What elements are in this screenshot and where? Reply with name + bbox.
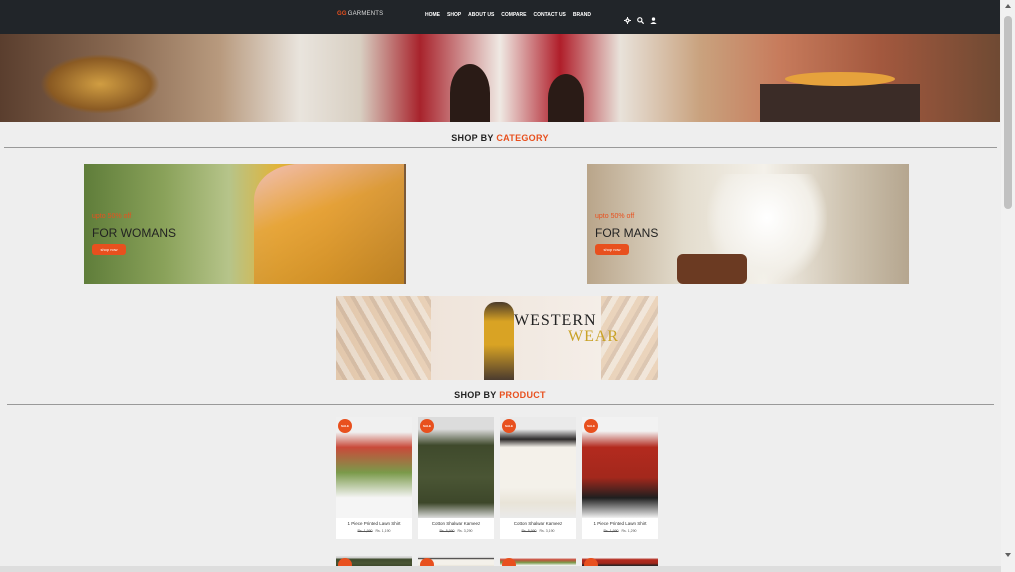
- old-price: Rs. 1,990: [357, 529, 373, 533]
- sale-price: Rs. 1,290: [621, 529, 637, 533]
- product-card[interactable]: SALE 1 Piece Printed Lawn Shirt Rs. 1,99…: [582, 417, 658, 539]
- women-label: FOR WOMANS: [92, 226, 176, 240]
- product-title[interactable]: 1 Piece Printed Lawn Shirt: [336, 521, 412, 526]
- horizontal-scrollbar[interactable]: [0, 566, 1001, 572]
- western-wear-banner[interactable]: WESTERN WEAR: [336, 296, 658, 380]
- western-model-image: [484, 302, 514, 380]
- sale-badge: SALE: [584, 419, 598, 433]
- hero-model-right: [548, 74, 584, 122]
- hero-banner: [0, 34, 1000, 122]
- men-shop-now-button[interactable]: shop now: [595, 244, 629, 255]
- hero-model-left: [450, 64, 490, 122]
- vertical-scrollbar[interactable]: [1001, 0, 1015, 572]
- nav-shop[interactable]: SHOP: [447, 12, 461, 18]
- divider: [4, 147, 997, 148]
- nav-home[interactable]: HOME: [425, 12, 440, 18]
- sale-price: Rs. 1,190: [375, 529, 391, 533]
- nav-about-us[interactable]: ABOUT US: [468, 12, 494, 18]
- scrollbar-thumb[interactable]: [1004, 16, 1012, 209]
- main-nav: HOME SHOP ABOUT US COMPARE CONTACT US BR…: [425, 12, 591, 18]
- product-prices: Rs. 5,990 Rs. 3,290: [418, 529, 494, 533]
- brand-logo[interactable]: GGGARMENTS: [337, 11, 383, 17]
- old-price: Rs. 5,990: [521, 529, 537, 533]
- product-title[interactable]: Cotton Shalwar Kameez: [500, 521, 576, 526]
- product-card[interactable]: SALE Cotton Shalwar Kameez Rs. 5,990 Rs. …: [418, 417, 494, 539]
- brand-name: GARMENTS: [347, 11, 384, 17]
- nav-compare[interactable]: COMPARE: [501, 12, 526, 18]
- western-leaf-pattern-left: [336, 296, 431, 380]
- shop-by-product-title: SHOP BY PRODUCT: [454, 390, 546, 400]
- product-prices: Rs. 1,990 Rs. 1,190: [336, 529, 412, 533]
- women-model-image: [254, 164, 404, 284]
- brand-mark: GG: [337, 11, 347, 17]
- sale-badge: SALE: [502, 419, 516, 433]
- nav-contact-us[interactable]: CONTACT US: [533, 12, 565, 18]
- old-price: Rs. 1,990: [603, 529, 619, 533]
- user-icon[interactable]: [650, 11, 657, 24]
- hero-fruit-bowl: [785, 72, 895, 86]
- product-title[interactable]: Cotton Shalwar Kameez: [418, 521, 494, 526]
- sale-price: Rs. 3,290: [457, 529, 473, 533]
- women-promo: upto 50% off: [92, 213, 132, 220]
- hero-brass-decor: [40, 54, 160, 114]
- category-women-card[interactable]: upto 50% off FOR WOMANS shop now: [84, 164, 406, 284]
- product-card[interactable]: SALE 1 Piece Printed Lawn Shirt Rs. 1,99…: [336, 417, 412, 539]
- sale-badge: SALE: [420, 419, 434, 433]
- category-men-card[interactable]: upto 50% off FOR MANS shop now: [587, 164, 909, 284]
- top-navbar: GGGARMENTS HOME SHOP ABOUT US COMPARE CO…: [0, 0, 1000, 34]
- sale-badge: SALE: [338, 419, 352, 433]
- women-shop-now-button[interactable]: shop now: [92, 244, 126, 255]
- shop-by-category-title: SHOP BY CATEGORY: [451, 133, 549, 143]
- product-prices: Rs. 5,990 Rs. 3,190: [500, 529, 576, 533]
- old-price: Rs. 5,990: [439, 529, 455, 533]
- product-prices: Rs. 1,990 Rs. 1,290: [582, 529, 658, 533]
- product-card[interactable]: SALE Cotton Shalwar Kameez Rs. 5,990 Rs. …: [500, 417, 576, 539]
- scroll-up-arrow-icon[interactable]: [1005, 4, 1011, 8]
- hero-table: [760, 84, 920, 122]
- sale-price: Rs. 3,190: [539, 529, 555, 533]
- nav-brand[interactable]: BRAND: [573, 12, 591, 18]
- header-icons: [624, 11, 657, 25]
- scroll-down-arrow-icon[interactable]: [1005, 553, 1011, 557]
- men-chair-image: [677, 254, 747, 284]
- men-promo: upto 50% off: [595, 213, 635, 220]
- divider: [7, 404, 994, 405]
- western-title-line2: WEAR: [568, 328, 620, 345]
- men-label: FOR MANS: [595, 226, 659, 240]
- settings-icon[interactable]: [624, 11, 631, 24]
- search-icon[interactable]: [637, 11, 645, 25]
- product-grid: SALE 1 Piece Printed Lawn Shirt Rs. 1,99…: [336, 417, 658, 539]
- product-title[interactable]: 1 Piece Printed Lawn Shirt: [582, 521, 658, 526]
